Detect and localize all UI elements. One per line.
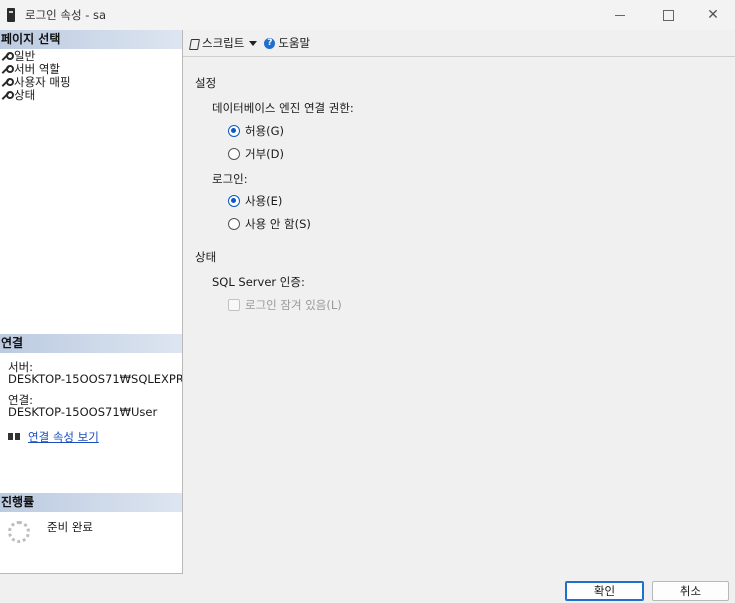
- grant-radio[interactable]: 허용(G): [228, 123, 284, 139]
- wrench-icon: [1, 78, 14, 87]
- page-list: 일반 서버 역할 사용자 매핑 상태: [0, 50, 71, 102]
- view-connection-properties[interactable]: 연결 속성 보기: [7, 429, 99, 445]
- page-item-label: 상태: [14, 88, 36, 102]
- wrench-icon: [1, 65, 14, 74]
- progress-spinner-icon: [8, 521, 30, 543]
- deny-radio-label: 거부(D): [245, 147, 284, 161]
- app-icon: [6, 7, 16, 23]
- script-icon: [189, 38, 199, 49]
- left-pane: 페이지 선택 일반 서버 역할 사용자 매핑 상태 연결 서버: DESKTOP…: [0, 30, 183, 574]
- enabled-radio[interactable]: 사용(E): [228, 193, 282, 209]
- wrench-icon: [1, 52, 14, 61]
- script-button[interactable]: 스크립트: [189, 35, 258, 51]
- login-label: 로그인:: [212, 172, 248, 186]
- cancel-button[interactable]: 취소: [652, 581, 729, 601]
- minimize-button[interactable]: [597, 0, 643, 30]
- db-permission-label: 데이터베이스 엔진 연결 권한:: [212, 101, 354, 115]
- connection-value: DESKTOP-15OOS71₩User: [8, 405, 158, 419]
- window-title: 로그인 속성 - sa: [25, 8, 107, 22]
- locked-out-checkbox[interactable]: 로그인 잠겨 있음(L): [228, 297, 342, 313]
- grant-radio-label: 허용(G): [245, 124, 285, 138]
- deny-radio-button[interactable]: [228, 148, 240, 160]
- server-info: 서버: DESKTOP-15OOS71₩SQLEXPR: [8, 361, 182, 385]
- deny-radio[interactable]: 거부(D): [228, 146, 284, 162]
- progress-status: 준비 완료: [47, 520, 93, 534]
- settings-section-label: 설정: [195, 76, 217, 90]
- disabled-radio[interactable]: 사용 안 함(S): [228, 216, 311, 232]
- sql-auth-label: SQL Server 인증:: [212, 275, 305, 289]
- title-bar: 로그인 속성 - sa ✕: [0, 0, 735, 30]
- enabled-radio-label: 사용(E): [245, 194, 283, 208]
- toolbar: 스크립트 ? 도움말: [183, 30, 735, 57]
- connection-info: 연결: DESKTOP-15OOS71₩User: [8, 394, 157, 418]
- chevron-down-icon[interactable]: [249, 40, 258, 46]
- help-label: 도움말: [278, 36, 311, 50]
- page-select-header: 페이지 선택: [0, 30, 182, 49]
- grant-radio-button[interactable]: [228, 125, 240, 137]
- locked-out-checkbox-box[interactable]: [228, 299, 240, 311]
- locked-out-label: 로그인 잠겨 있음(L): [245, 298, 342, 312]
- right-pane: 스크립트 ? 도움말 설정 데이터베이스 엔진 연결 권한: 허용(G) 거부(…: [183, 30, 735, 574]
- wrench-icon: [1, 91, 14, 100]
- script-label: 스크립트: [202, 36, 245, 50]
- disabled-radio-button[interactable]: [228, 218, 240, 230]
- help-button[interactable]: ? 도움말: [264, 35, 310, 51]
- enabled-radio-button[interactable]: [228, 195, 240, 207]
- maximize-button[interactable]: [645, 0, 691, 30]
- page-item-user-mapping[interactable]: 사용자 매핑: [0, 76, 71, 89]
- progress-header: 진행률: [0, 493, 182, 512]
- view-connection-properties-link[interactable]: 연결 속성 보기: [28, 429, 99, 445]
- help-icon: ?: [264, 37, 276, 49]
- close-button[interactable]: ✕: [690, 0, 735, 30]
- plug-icon: [7, 431, 22, 443]
- connection-header: 연결: [0, 334, 182, 353]
- ok-button[interactable]: 확인: [565, 581, 644, 601]
- status-section-label: 상태: [195, 250, 217, 264]
- server-value: DESKTOP-15OOS71₩SQLEXPR: [8, 373, 182, 385]
- disabled-radio-label: 사용 안 함(S): [245, 217, 311, 231]
- server-label: 서버:: [8, 360, 34, 374]
- page-item-status[interactable]: 상태: [0, 89, 71, 102]
